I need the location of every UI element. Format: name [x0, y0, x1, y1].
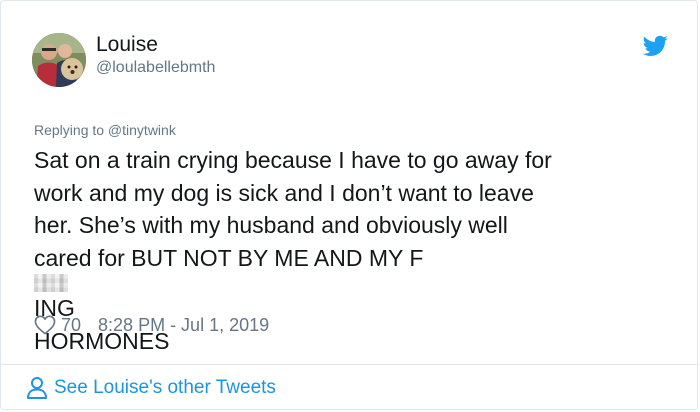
censored-word-pixelation [34, 274, 68, 293]
tweet-line-part: cared for BUT NOT BY ME AND MY F [34, 244, 424, 271]
tweet-card: Louise @loulabellebmth Replying to @tiny… [0, 0, 699, 410]
avatar-photo [32, 33, 86, 87]
like-count[interactable]: 70 [61, 315, 81, 336]
author-name[interactable]: Louise [96, 32, 158, 58]
tweet-line: her. She’s with my husband and obviously… [34, 212, 508, 239]
user-icon [27, 377, 47, 399]
see-other-tweets-link[interactable]: See Louise's other Tweets [26, 374, 276, 402]
tweet-line: Sat on a train crying because I have to … [34, 147, 552, 173]
tweet-line: work and my dog is sick and I don’t want… [34, 179, 534, 206]
twitter-bird-icon[interactable] [643, 35, 668, 57]
tweet-timestamp[interactable]: 8:28 PM - Jul 1, 2019 [98, 315, 269, 336]
avatar[interactable] [32, 33, 86, 87]
replying-to[interactable]: Replying to @tinytwink [34, 121, 176, 139]
tweet-meta: 70 8:28 PM - Jul 1, 2019 [34, 313, 269, 337]
author-handle[interactable]: @loulabellebmth [96, 58, 215, 78]
see-other-tweets-label[interactable]: See Louise's other Tweets [54, 377, 276, 399]
divider [1, 364, 699, 365]
heart-icon[interactable] [34, 315, 56, 335]
